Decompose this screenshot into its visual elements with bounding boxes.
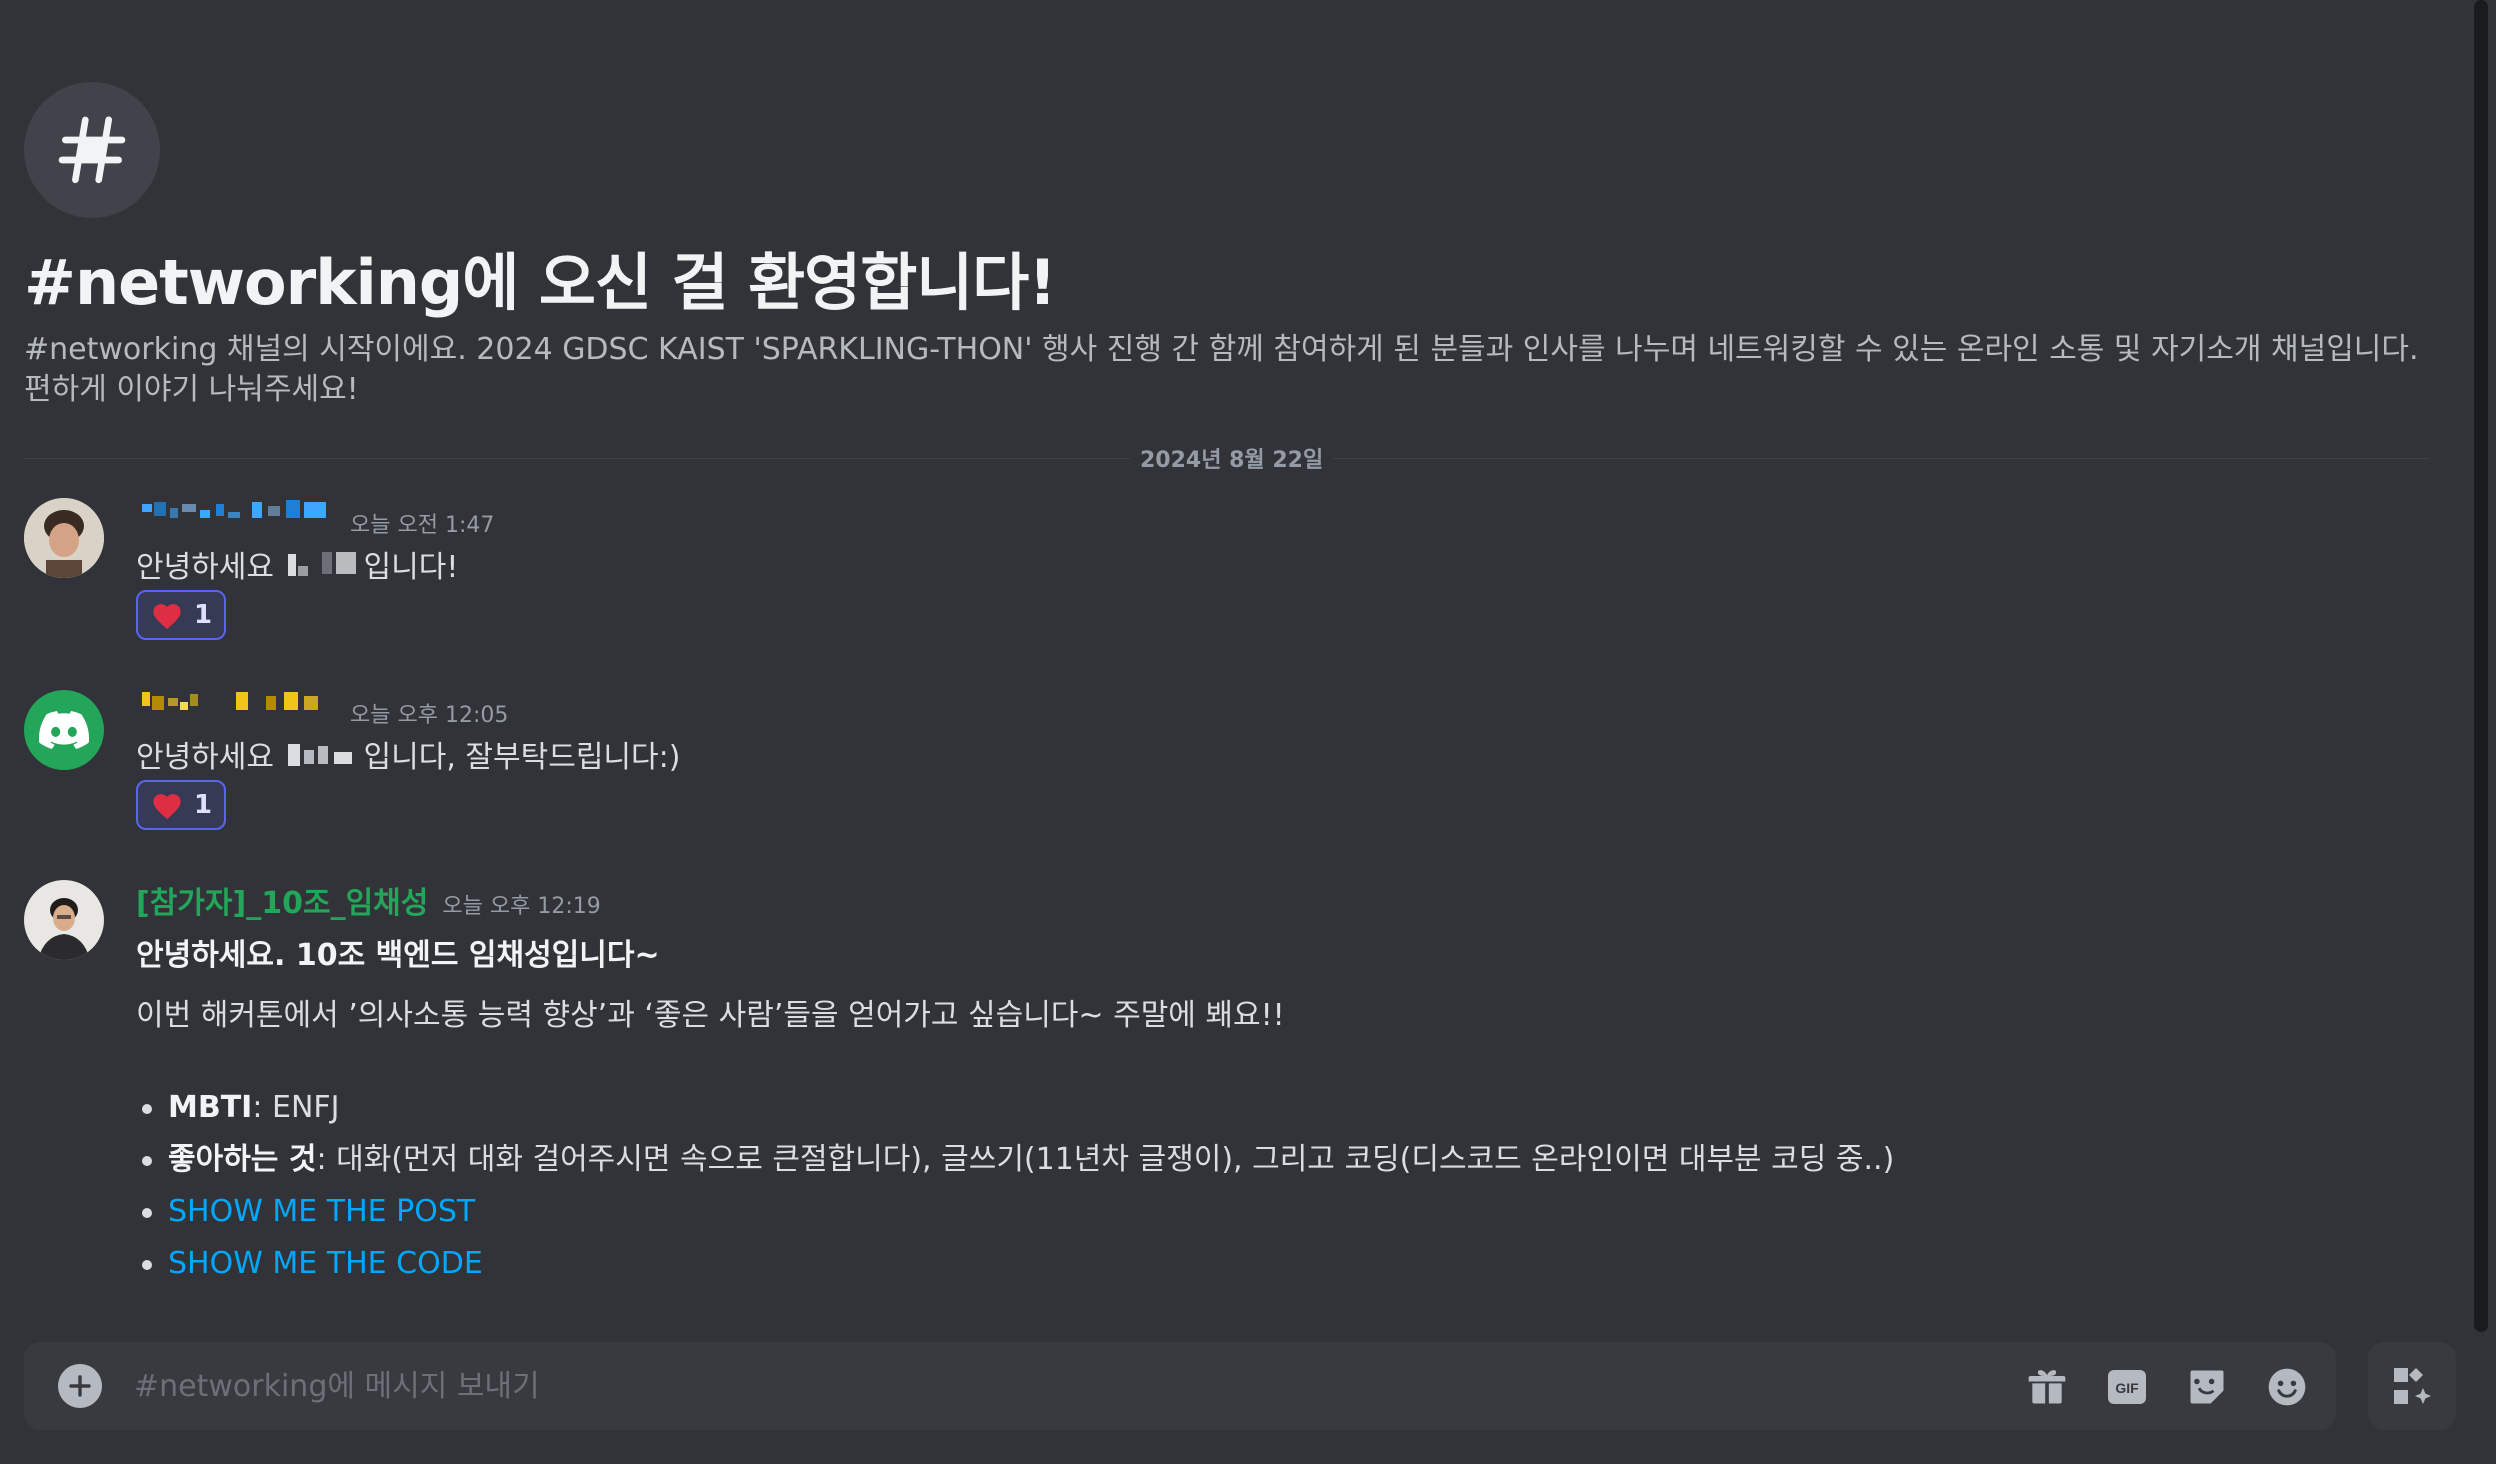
gift-button[interactable]: [2024, 1364, 2070, 1410]
sticker-button[interactable]: [2184, 1364, 2230, 1410]
gif-icon: GIF: [2108, 1370, 2146, 1404]
message-content: 안녕하세요 입니다, 잘부탁드립니다:): [136, 732, 680, 780]
apps-icon: [2394, 1368, 2431, 1404]
reaction-count: 1: [194, 600, 213, 630]
plus-icon: [69, 1375, 91, 1397]
list-item: MBTI: ENFJ: [136, 1082, 1894, 1134]
sticker-icon: [2190, 1370, 2224, 1404]
reaction-count: 1: [194, 790, 213, 820]
svg-text:GIF: GIF: [2115, 1380, 2139, 1396]
channel-hash-icon: [24, 82, 160, 218]
message-timestamp[interactable]: 오늘 오후 12:19: [442, 888, 600, 920]
emoji-button[interactable]: [2264, 1364, 2310, 1410]
username-redacted[interactable]: [136, 498, 336, 540]
heart-icon: [153, 794, 181, 820]
date-divider-label: 2024년 8월 22일: [1130, 442, 1334, 474]
reaction-heart[interactable]: 1: [136, 590, 226, 640]
message-composer: GIF: [24, 1342, 2336, 1430]
add-attachment-button[interactable]: [58, 1364, 102, 1408]
scrollbar-thumb[interactable]: [2474, 0, 2488, 1332]
redacted-name: [284, 548, 364, 590]
message-input[interactable]: [134, 1360, 1934, 1412]
message-timestamp[interactable]: 오늘 오전 1:47: [350, 507, 494, 539]
user-avatar[interactable]: [24, 690, 104, 770]
message-item: 오늘 오후 12:05 안녕하세요 입니다, 잘부탁드립니다:) 1: [0, 688, 2420, 848]
welcome-description: #networking 채널의 시작이에요. 2024 GDSC KAIST '…: [24, 332, 2419, 407]
welcome-title: #networking에 오신 걸 환영합니다!: [24, 246, 1057, 319]
emoji-icon: [2268, 1368, 2306, 1406]
username[interactable]: [참가자]_10조_임채성: [136, 878, 428, 922]
redacted-name: [284, 738, 364, 780]
list-item: 좋아하는 것: 대화(먼저 대화 걸어주시면 속으로 큰절합니다), 글쓰기(1…: [136, 1134, 1894, 1186]
bullet-list: MBTI: ENFJ 좋아하는 것: 대화(먼저 대화 걸어주시면 속으로 큰절…: [136, 1082, 1894, 1290]
message-timestamp[interactable]: 오늘 오후 12:05: [350, 697, 508, 729]
username-redacted[interactable]: [136, 688, 336, 730]
apps-button[interactable]: [2368, 1342, 2456, 1430]
gif-button[interactable]: GIF: [2104, 1364, 2150, 1410]
gift-icon: [2028, 1370, 2066, 1404]
show-code-link[interactable]: SHOW ME THE CODE: [168, 1246, 483, 1281]
list-item: SHOW ME THE POST: [136, 1186, 1894, 1238]
message-content: 안녕하세요 입니다!: [136, 542, 458, 590]
user-avatar[interactable]: [24, 880, 104, 960]
message-scroller[interactable]: #networking에 오신 걸 환영합니다! #networking 채널의…: [0, 0, 2496, 1340]
show-post-link[interactable]: SHOW ME THE POST: [168, 1194, 475, 1229]
user-avatar[interactable]: [24, 498, 104, 578]
reaction-heart[interactable]: 1: [136, 780, 226, 830]
heart-icon: [153, 604, 181, 630]
message-item: [참가자]_10조_임채성 오늘 오후 12:19 안녕하세요. 10조 백엔드…: [0, 878, 2420, 1298]
message-body: 이번 해커톤에서 ’의사소통 능력 향상’과 ‘좋은 사람’들을 얻어가고 싶습…: [136, 998, 1285, 1033]
discord-logo-icon: [39, 711, 89, 749]
list-item: SHOW ME THE CODE: [136, 1238, 1894, 1290]
message-headline: 안녕하세요. 10조 백엔드 임채성입니다~: [136, 938, 660, 973]
message-item: 오늘 오전 1:47 안녕하세요 입니다! 1: [0, 498, 2420, 658]
